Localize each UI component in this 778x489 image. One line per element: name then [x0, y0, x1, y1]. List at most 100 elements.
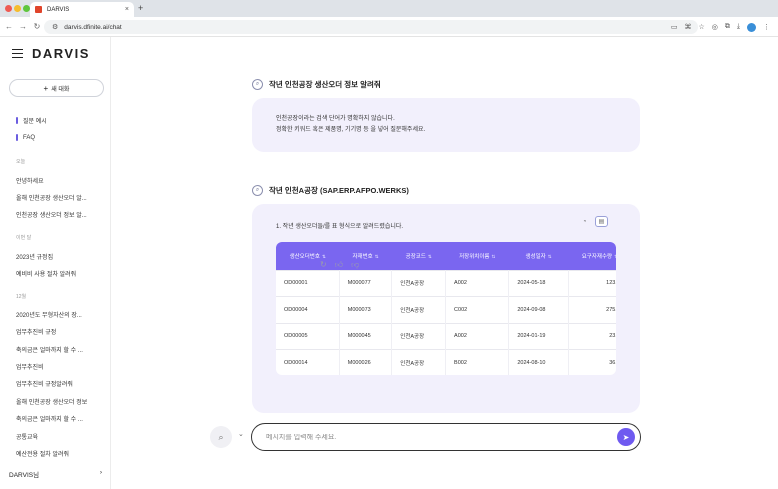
camera-icon[interactable]: ◎ [712, 23, 718, 31]
table-cell: M000045 [339, 322, 393, 350]
sort-icon: ⇅ [427, 253, 432, 259]
minimize-window-button[interactable] [14, 5, 21, 12]
sidebar-item-examples[interactable]: 질문 예시 [16, 116, 47, 125]
table-cell: 2024-05-18 [508, 269, 569, 297]
table-cell: OD00005 [276, 322, 340, 350]
table-cell: 인천A공장 [391, 296, 447, 323]
close-window-button[interactable] [5, 5, 12, 12]
table-cell: A002 [445, 322, 510, 350]
table-row: OD00004 M000073 인천A공장 C002 2024-09-08 27… [276, 296, 616, 323]
message-input[interactable] [266, 433, 596, 441]
user-menu[interactable]: DARVIS님 › [9, 469, 102, 479]
answer-actions: ↻ 👍︎ 👎︎ [320, 260, 359, 270]
sidebar-chat-item[interactable]: 공통교육 [16, 432, 38, 441]
column-header[interactable]: 공장코드 ⇅ [391, 242, 446, 270]
column-header[interactable]: 생성일자 ⇅ [508, 242, 569, 270]
table-row: OD00005 M000045 인천A공장 A002 2024-01-19 23… [276, 322, 616, 350]
user-question: ⌕ 작년 인천공장 생산오더 정보 알려줘 [252, 79, 381, 90]
sidebar-chat-item[interactable]: 예산전용 절차 알려줘 [16, 449, 69, 458]
sort-icon: ⇅ [614, 254, 616, 259]
answer-intro: 1. 작년 생산오더들/를 표 형식으로 알려드렸습니다. [276, 224, 404, 230]
table-view-icon[interactable]: ▤ [595, 216, 608, 227]
regenerate-icon[interactable]: ↻ [320, 260, 327, 270]
close-tab-icon[interactable]: × [125, 6, 129, 13]
tab-title: DARVIS [47, 6, 70, 13]
sort-icon: ⇅ [374, 253, 379, 259]
menu-kebab-icon[interactable]: ⋮ [763, 23, 770, 31]
pin-marker-icon [16, 117, 18, 124]
answer-bubble: 인천공장이라는 검색 단어가 명확하지 않습니다. 정확한 키워드 혹은 제품명… [252, 98, 640, 152]
new-chat-button[interactable]: + 새 대화 [9, 79, 104, 97]
question-search-icon: ⌕ [252, 79, 263, 90]
search-mode-button[interactable]: ⌕ [210, 426, 232, 448]
browser-tabbar: DARVIS × + [0, 0, 778, 17]
sidebar-chat-item[interactable]: 2020년도 무형자산의 장... [16, 310, 82, 319]
address-bar: ← → ↻ ⚙ darvis.dfinite.ai/chat ▭ ⌘ ☆ ◎ ⧉… [0, 17, 778, 37]
column-header[interactable]: 요구자재수량⇅ [568, 242, 616, 270]
table-row: OD00014 M000026 인천A공장 B002 2024-08-10 36… [276, 349, 616, 375]
table-cell: 2024-01-19 [508, 322, 569, 350]
sidebar-chat-item[interactable]: 축의금은 얼마까지 할 수 ... [16, 414, 83, 423]
sidebar-item-label: 질문 예시 [23, 119, 47, 125]
send-button[interactable]: ➤ [617, 428, 635, 446]
thumbs-down-icon[interactable]: 👎︎ [351, 260, 359, 270]
sort-icon: ⇅ [547, 253, 552, 259]
thumbs-up-icon[interactable]: 👍︎ [335, 260, 343, 270]
app: DARVIS + 새 대화 질문 예시 FAQ 오늘 안녕하세요 올해 인천공장… [0, 37, 778, 489]
bookmark-star-icon[interactable]: ☆ [699, 23, 705, 31]
table-cell: 인천A공장 [391, 322, 447, 350]
sidebar-chat-item[interactable]: 예비비 사용 절차 알려줘 [16, 269, 76, 278]
table-cell: M000077 [339, 269, 393, 297]
sidebar-chat-item[interactable]: 올해 인천공장 생산오더 알... [16, 193, 87, 202]
table-cell: C002 [445, 296, 510, 323]
table-cell: 123.29 [568, 269, 616, 297]
table-cell: OD00004 [276, 296, 340, 323]
sidebar-section-label: 오늘 [16, 159, 26, 165]
question-text: 작년 인천공장 생산오더 정보 알려줘 [269, 80, 381, 89]
user-name: DARVIS님 [9, 472, 40, 479]
table-cell: 23.38 [568, 322, 616, 350]
sidebar-chat-item[interactable]: 업무추진비 규정알려줘 [16, 379, 73, 388]
browser-tab[interactable]: DARVIS × [30, 2, 134, 17]
chevron-right-icon: › [99, 469, 102, 476]
table-cell: 2024-09-08 [508, 296, 569, 323]
reload-icon[interactable]: ↻ [30, 22, 44, 31]
sidebar-chat-item[interactable]: 올해 인천공장 생산오더 정보 [16, 397, 87, 406]
view-toggle: ◔ ▤ [578, 216, 608, 227]
table-cell: 인천A공장 [391, 269, 447, 297]
sidebar-item-faq[interactable]: FAQ [16, 134, 35, 141]
chart-view-icon[interactable]: ◔ [578, 216, 591, 227]
sidebar-chat-item[interactable]: 인천공장 생산오더 정보 알... [16, 210, 87, 219]
new-tab-icon[interactable]: + [138, 3, 143, 13]
sidebar-chat-item[interactable]: 안녕하세요 [16, 176, 44, 185]
table-cell: M000073 [339, 296, 393, 323]
sidebar-section-label: 이번 달 [16, 235, 32, 241]
question-text: 작년 인천A공장 (SAP.ERP.AFPO.WERKS) [269, 186, 409, 195]
answer-text: 정확한 키워드 혹은 제품명, 기기명 등 을 넣어 질문해주세요. [276, 127, 426, 133]
table-cell: 36.31 [568, 349, 616, 375]
chevron-down-icon[interactable]: ⌄ [238, 430, 244, 438]
extensions-icon[interactable]: ⧉ [725, 23, 730, 31]
table-cell: 275.91 [568, 296, 616, 323]
sidebar-chat-item[interactable]: 축의금은 얼마까지 할 수 ... [16, 345, 83, 354]
sidebar: DARVIS + 새 대화 질문 예시 FAQ 오늘 안녕하세요 올해 인천공장… [0, 37, 111, 489]
question-search-icon: ⌕ [252, 185, 263, 196]
site-info-icon[interactable]: ⚙ [52, 23, 58, 31]
translate-icon[interactable]: ⌘ [685, 23, 692, 31]
cast-icon[interactable]: ▭ [671, 23, 678, 31]
sidebar-chat-item[interactable]: 업무추진비 [16, 362, 44, 371]
search-icon: ⌕ [218, 431, 224, 442]
column-header[interactable]: 저장위치이름 ⇅ [445, 242, 509, 270]
hamburger-menu-icon[interactable] [12, 49, 23, 60]
url-field[interactable]: ⚙ darvis.dfinite.ai/chat [44, 20, 698, 34]
table-cell: 인천A공장 [391, 349, 447, 375]
sidebar-chat-item[interactable]: 업무추진비 규정 [16, 327, 56, 336]
forward-icon[interactable]: → [16, 22, 30, 31]
table-cell: B002 [445, 349, 510, 375]
sort-icon: ⇅ [321, 253, 326, 259]
back-icon[interactable]: ← [2, 22, 16, 31]
profile-avatar[interactable] [747, 22, 756, 32]
download-icon[interactable]: ⤓ [737, 23, 740, 31]
maximize-window-button[interactable] [23, 5, 30, 12]
sidebar-chat-item[interactable]: 2023년 규정집 [16, 252, 53, 261]
